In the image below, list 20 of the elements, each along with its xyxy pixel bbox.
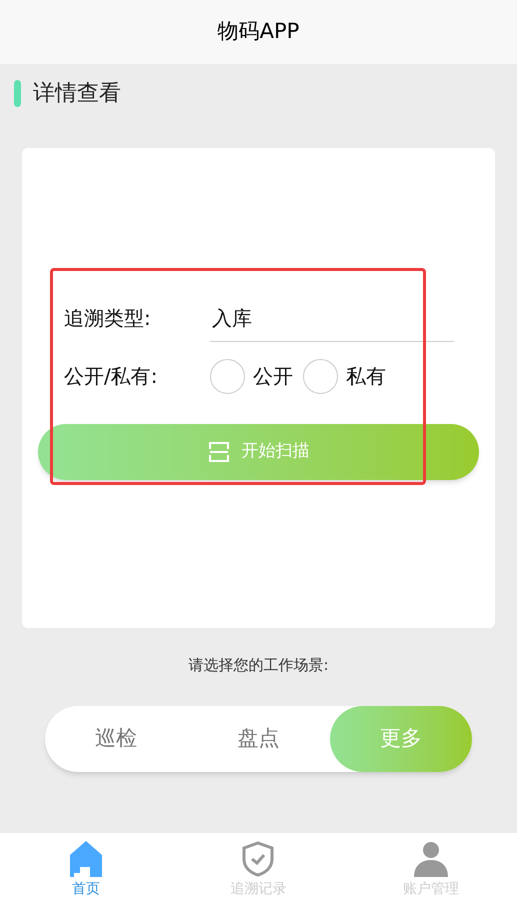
field-label: 追溯类型:	[64, 305, 152, 332]
radio-label: 私有	[346, 363, 386, 390]
field-label: 公开/私有:	[64, 363, 158, 390]
scene-option[interactable]: 巡检	[45, 706, 188, 772]
tab-item[interactable]: 首页	[0, 833, 172, 902]
radio-button[interactable]	[210, 358, 245, 394]
section-title: 详情查看	[33, 80, 121, 108]
scene-prompt: 请选择您的工作场景:	[188, 655, 329, 676]
scan-icon	[208, 441, 230, 463]
app-title: 物码APP	[218, 18, 300, 46]
scene-option[interactable]: 更多	[330, 706, 472, 772]
accent-bar	[14, 80, 21, 106]
home-icon	[70, 841, 102, 877]
radio-button[interactable]	[303, 358, 338, 394]
radio-label: 公开	[253, 363, 293, 390]
user-icon	[412, 841, 449, 877]
scan-button[interactable]: 开始扫描	[38, 424, 479, 480]
scene-option[interactable]: 盘点	[187, 706, 330, 772]
shield-check-icon	[242, 841, 274, 877]
type-field[interactable]: 入库	[210, 294, 454, 342]
